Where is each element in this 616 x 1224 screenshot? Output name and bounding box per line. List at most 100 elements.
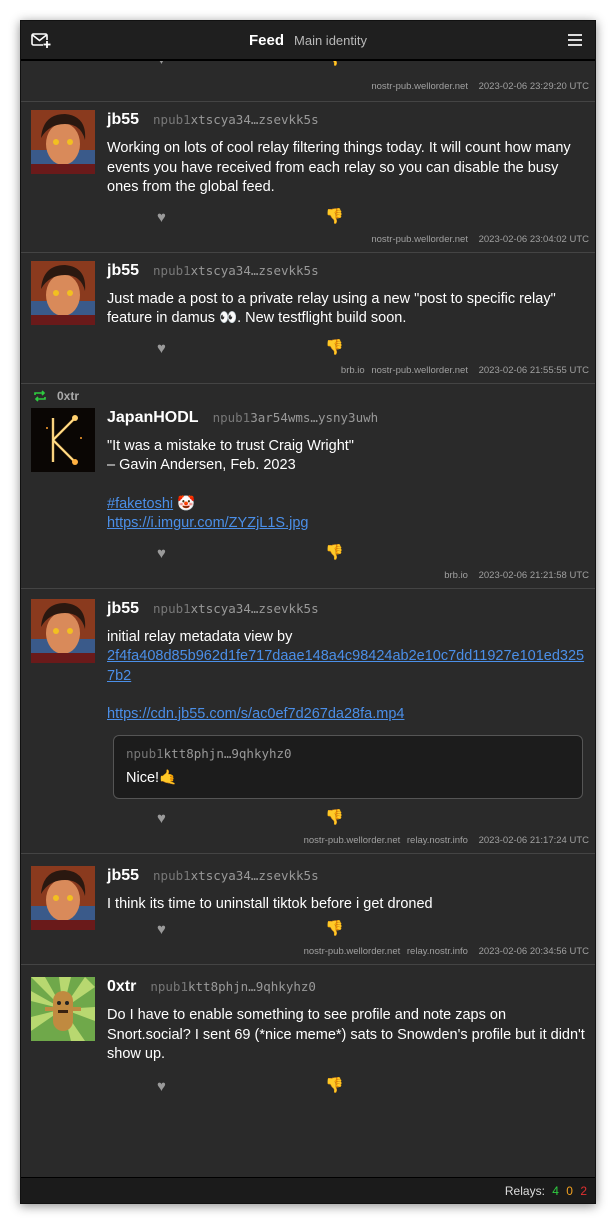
avatar-jb55-image (31, 865, 95, 930)
event-id-link[interactable]: 2f4fa408d85b962d1fe717daae148a4c98424ab2… (107, 648, 584, 684)
note-meta: nostr-pub.wellorder.net 2023-02-06 23:04… (21, 232, 595, 252)
repost-icon (34, 389, 46, 402)
note-time: 2023-02-06 21:55:55 UTC (478, 364, 589, 376)
author-name[interactable]: jb55 (107, 867, 139, 885)
reposter-name[interactable]: 0xtr (57, 389, 79, 403)
quote-line: "It was a mistake to trust Craig Wright" (107, 437, 354, 454)
author-name[interactable]: jb55 (107, 262, 139, 280)
note-actions: ♥ 👎 (107, 918, 589, 944)
hashtag-link[interactable]: #faketoshi (107, 496, 173, 512)
relay-label[interactable]: nostr-pub.wellorder.net (371, 234, 468, 245)
author-name[interactable]: 0xtr (107, 978, 136, 996)
avatar[interactable] (31, 110, 95, 174)
like-icon[interactable]: ♥ (157, 61, 166, 68)
avatar[interactable] (31, 260, 95, 325)
note: jb55 npub1xtscya34…zsevkk5s I think its … (21, 854, 595, 965)
author-npub[interactable]: npub13ar54wms…ysny3uwh (213, 410, 379, 425)
image-link[interactable]: https://i.imgur.com/ZYZjL1S.jpg (107, 515, 308, 531)
relay-label[interactable]: relay.nostr.info (407, 946, 468, 957)
avatar[interactable] (31, 977, 95, 1041)
avatar[interactable] (31, 598, 95, 663)
quoted-npub[interactable]: npub1ktt8phjn…9qhkyhz0 (126, 746, 570, 761)
dislike-icon[interactable]: 👎 (325, 919, 344, 937)
note-time: 2023-02-06 23:29:20 UTC (478, 81, 589, 92)
author-npub[interactable]: npub1xtscya34…zsevkk5s (153, 112, 319, 127)
relays-failed-count[interactable]: 2 (580, 1184, 587, 1198)
like-icon[interactable]: ♥ (157, 209, 166, 226)
note-meta: brb.io 2023-02-06 21:21:58 UTC (21, 568, 595, 588)
avatar-0xtr-image (31, 977, 95, 1041)
relays-connected-count[interactable]: 4 (552, 1184, 559, 1198)
author-name[interactable]: jb55 (107, 600, 139, 618)
like-icon[interactable]: ♥ (157, 810, 166, 827)
author-npub[interactable]: npub1ktt8phjn…9qhkyhz0 (150, 979, 316, 994)
quoted-text: Nice!🤙 (126, 769, 178, 786)
relays-pending-count[interactable]: 0 (566, 1184, 573, 1198)
relay-label[interactable]: brb.io (341, 365, 365, 376)
relay-label[interactable]: nostr-pub.wellorder.net (304, 946, 401, 957)
mail-plus-icon[interactable] (31, 31, 51, 49)
avatar[interactable] (31, 407, 95, 472)
top-bar: Feed Main identity (21, 21, 595, 61)
feed-list[interactable]: ♥ 👎 nostr-pub.wellorder.net 2023-02-06 2… (21, 61, 595, 1177)
dislike-icon[interactable]: 👎 (325, 1076, 344, 1094)
author-name[interactable]: JapanHODL (107, 409, 199, 427)
dislike-icon[interactable]: 👎 (325, 207, 344, 225)
note: jb55 npub1xtscya34…zsevkk5s Working on l… (21, 102, 595, 253)
note: jb55 npub1xtscya34…zsevkk5s Just made a … (21, 253, 595, 384)
relay-label[interactable]: nostr-pub.wellorder.net (371, 365, 468, 376)
note-text: initial relay metadata view by 2f4fa408d… (107, 628, 589, 725)
avatar-jb55-image (31, 110, 95, 174)
note-time: 2023-02-06 23:04:02 UTC (478, 233, 589, 245)
author-name[interactable]: jb55 (107, 111, 139, 129)
avatar[interactable] (31, 865, 95, 930)
note: jb55 npub1xtscya34…zsevkk5s initial rela… (21, 589, 595, 854)
avatar-jb55-image (31, 598, 95, 663)
like-icon[interactable]: ♥ (157, 545, 166, 562)
note-time: 2023-02-06 21:17:24 UTC (478, 834, 589, 846)
note-meta: nostr-pub.wellorder.net relay.nostr.info… (21, 833, 595, 853)
repost-header: 0xtr (21, 384, 595, 408)
quoted-note[interactable]: npub1ktt8phjn…9qhkyhz0 Nice!🤙 (113, 734, 583, 799)
like-icon[interactable]: ♥ (157, 921, 166, 938)
video-link[interactable]: https://cdn.jb55.com/s/ac0ef7d267da28fa.… (107, 706, 404, 722)
note-text: I think its time to uninstall tiktok bef… (107, 895, 433, 912)
note-actions: ♥ 👎 (107, 542, 589, 568)
note-actions: ♥ 👎 (107, 337, 589, 363)
note-actions: ♥ 👎 (107, 206, 589, 232)
like-icon[interactable]: ♥ (157, 340, 166, 357)
status-bar: Relays: 4 0 2 (21, 1177, 595, 1203)
dislike-icon[interactable]: 👎 (325, 61, 344, 67)
hamburger-menu-icon[interactable] (567, 32, 583, 48)
relays-label: Relays: (504, 1184, 545, 1198)
dislike-icon[interactable]: 👎 (325, 338, 344, 356)
note-text: Working on lots of cool relay filtering … (107, 140, 571, 195)
note-text: "It was a mistake to trust Craig Wright"… (107, 437, 589, 534)
relay-label[interactable]: nostr-pub.wellorder.net (304, 835, 401, 846)
author-npub[interactable]: npub1xtscya34…zsevkk5s (153, 868, 319, 883)
dislike-icon[interactable]: 👎 (325, 543, 344, 561)
note-text-line: initial relay metadata view by (107, 628, 293, 645)
note-time: 2023-02-06 21:21:58 UTC (478, 569, 589, 581)
relay-label[interactable]: brb.io (444, 570, 468, 581)
identity-label[interactable]: Main identity (294, 33, 367, 48)
note: 0xtr npub1ktt8phjn…9qhkyhz0 Do I have to… (21, 965, 595, 1101)
dislike-icon[interactable]: 👎 (325, 808, 344, 826)
note-meta: brb.io nostr-pub.wellorder.net 2023-02-0… (21, 363, 595, 383)
like-icon[interactable]: ♥ (157, 1078, 166, 1095)
avatar-sparkler-image (31, 407, 95, 472)
note-time: 2023-02-06 20:34:56 UTC (478, 946, 589, 957)
app-window: Feed Main identity ♥ 👎 nostr-pub.wellord… (20, 20, 596, 1204)
note-text: Just made a post to a private relay usin… (107, 290, 556, 327)
author-npub[interactable]: npub1xtscya34…zsevkk5s (153, 263, 319, 278)
relay-label[interactable]: relay.nostr.info (407, 835, 468, 846)
note-repost: 0xtr JapanHODL npub13ar54wms…ysny3uwh "I… (21, 384, 595, 589)
note-text: Do I have to enable something to see pro… (107, 1007, 585, 1062)
relay-label[interactable]: nostr-pub.wellorder.net (371, 81, 468, 92)
note-actions: ♥ 👎 (107, 807, 589, 833)
avatar-jb55-image (31, 260, 95, 325)
note-partial: ♥ 👎 nostr-pub.wellorder.net 2023-02-06 2… (21, 61, 595, 102)
clown-emoji: 🤡 (177, 495, 196, 512)
author-npub[interactable]: npub1xtscya34…zsevkk5s (153, 601, 319, 616)
note-actions: ♥ 👎 (107, 1075, 589, 1101)
